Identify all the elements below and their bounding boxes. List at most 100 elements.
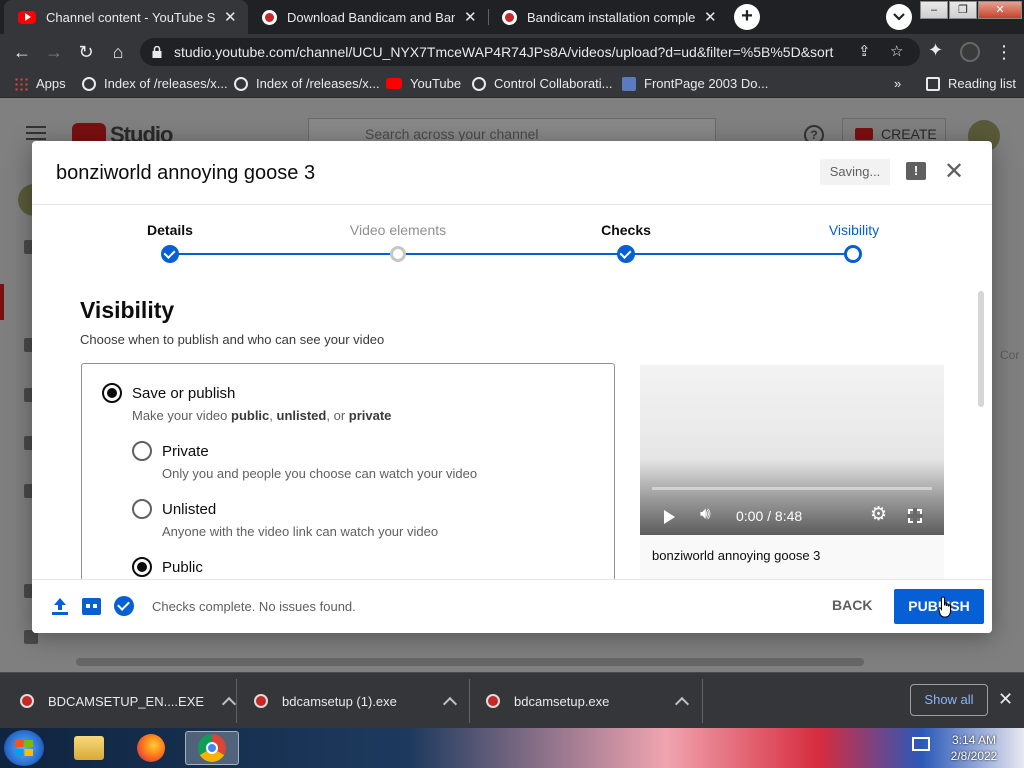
public-label: Public: [162, 559, 203, 576]
bookmarks-overflow-button[interactable]: »: [894, 76, 901, 91]
video-camera-icon: [855, 128, 873, 140]
volume-icon[interactable]: 🔊︎: [700, 504, 711, 524]
dialog-header: bonziworld annoying goose 3 Saving... ! …: [32, 141, 992, 205]
home-icon[interactable]: ⌂: [106, 40, 130, 64]
reading-list-button[interactable]: Reading list: [926, 76, 1016, 91]
downloads-bar: BDCAMSETUP_EN....EXE bdcamsetup (1).exe …: [0, 672, 1024, 728]
step-details-check-icon[interactable]: [161, 245, 179, 263]
back-button[interactable]: BACK: [832, 597, 872, 613]
hd-processing-icon[interactable]: [82, 598, 101, 615]
bandicam-icon: [20, 694, 34, 708]
share-icon[interactable]: ⇪: [858, 42, 871, 60]
chevron-up-icon[interactable]: [675, 696, 690, 712]
reading-list-label: Reading list: [948, 76, 1016, 91]
step-video-elements-dot[interactable]: [390, 246, 406, 262]
download-item[interactable]: bdcamsetup (1).exe: [254, 673, 457, 729]
bookmark-star-icon[interactable]: ☆: [890, 42, 903, 60]
tab-title: Bandicam installation completed: [527, 9, 695, 25]
folder-icon: [74, 736, 104, 760]
tab-search-button[interactable]: [886, 4, 912, 30]
unlisted-desc: Anyone with the video link can watch you…: [162, 524, 439, 539]
bookmark-index-releases-2[interactable]: Index of /releases/x...: [234, 76, 380, 91]
taskbar-chrome[interactable]: [185, 731, 239, 765]
close-icon[interactable]: ✕: [998, 689, 1013, 710]
bookmark-label: Control Collaborati...: [494, 76, 613, 91]
taskbar-firefox[interactable]: [124, 731, 178, 765]
step-video-elements-label[interactable]: Video elements: [328, 222, 468, 238]
video-info-card: bonziworld annoying goose 3: [640, 535, 944, 579]
close-icon[interactable]: ✕: [703, 8, 718, 26]
show-all-downloads-button[interactable]: Show all: [910, 684, 988, 716]
bookmark-label: FrontPage 2003 Do...: [644, 76, 769, 91]
download-separator: [236, 679, 237, 723]
save-or-publish-radio[interactable]: [102, 383, 122, 403]
bandicam-icon: [262, 9, 277, 25]
taskbar-file-explorer[interactable]: [62, 731, 116, 765]
feedback-icon[interactable]: !: [906, 162, 926, 180]
window-close-button[interactable]: ✕: [978, 1, 1022, 19]
step-details-label[interactable]: Details: [100, 222, 240, 238]
bookmark-label: Apps: [36, 76, 66, 91]
step-checks-check-icon[interactable]: [617, 245, 635, 263]
clock-time: 3:14 AM: [951, 733, 997, 747]
back-arrow-icon[interactable]: ←: [10, 40, 34, 64]
restore-button[interactable]: ❐: [949, 1, 977, 19]
url-text: studio.youtube.com/channel/UCU_NYX7TmceW…: [174, 44, 834, 60]
download-item[interactable]: bdcamsetup.exe: [486, 673, 690, 729]
bookmark-frontpage[interactable]: FrontPage 2003 Do...: [622, 76, 768, 91]
tab-bandicam-installation[interactable]: Bandicam installation completed ✕: [488, 0, 728, 34]
dialog-title: bonziworld annoying goose 3: [56, 162, 316, 184]
upload-dialog: bonziworld annoying goose 3 Saving... ! …: [32, 141, 992, 633]
close-icon[interactable]: ✕: [463, 8, 478, 26]
gear-icon[interactable]: ⚙︎: [870, 503, 887, 526]
profile-avatar[interactable]: [960, 42, 980, 62]
public-radio[interactable]: [132, 557, 152, 577]
tab-channel-content[interactable]: Channel content - YouTube Studio ✕: [4, 0, 248, 34]
bookmark-control-collaboration[interactable]: Control Collaborati...: [472, 76, 613, 91]
tab-download-bandicam[interactable]: Download Bandicam and Bandicut ✕: [248, 0, 488, 34]
chevron-up-icon[interactable]: [442, 696, 457, 712]
saving-badge: Saving...: [820, 159, 890, 185]
network-icon[interactable]: [912, 737, 930, 751]
play-icon[interactable]: [664, 510, 675, 524]
save-or-publish-panel: Save or publish Make your video public, …: [81, 363, 615, 579]
extensions-puzzle-icon[interactable]: ✦: [928, 40, 943, 61]
bandicam-icon: [502, 9, 517, 25]
minimize-button[interactable]: –: [920, 1, 948, 19]
checks-status-text: Checks complete. No issues found.: [152, 599, 356, 614]
bandicam-icon: [254, 694, 268, 708]
checks-complete-icon[interactable]: [114, 596, 134, 616]
step-visibility-label[interactable]: Visibility: [784, 222, 924, 238]
bookmark-youtube[interactable]: YouTube: [386, 76, 461, 91]
forward-arrow-icon[interactable]: →: [42, 40, 66, 64]
chevron-up-icon[interactable]: [221, 696, 237, 712]
upload-stepper: Details Video elements Checks Visibility: [32, 205, 992, 291]
close-icon[interactable]: ✕: [944, 158, 964, 186]
reading-list-icon: [926, 76, 940, 91]
clock-date: 2/8/2022: [950, 749, 998, 763]
lock-icon: [152, 46, 162, 58]
bookmark-label: YouTube: [410, 76, 462, 91]
download-item[interactable]: BDCAMSETUP_EN....EXE: [20, 673, 237, 729]
step-visibility-dot[interactable]: [844, 245, 862, 263]
browser-toolbar: ← → ↻ ⌂ studio.youtube.com/channel/UCU_N…: [0, 34, 1024, 70]
video-preview-player[interactable]: 🔊︎ 0:00 / 8:48 ⚙︎: [640, 365, 944, 535]
system-clock[interactable]: 3:14 AM 2/8/2022: [944, 732, 1004, 764]
bookmark-apps[interactable]: Apps: [14, 76, 66, 91]
download-filename: bdcamsetup (1).exe: [282, 693, 397, 709]
fullscreen-icon[interactable]: [907, 508, 923, 524]
private-radio[interactable]: [132, 441, 152, 461]
new-tab-button[interactable]: +: [734, 4, 760, 30]
video-progress-bar[interactable]: [652, 487, 932, 490]
unlisted-radio[interactable]: [132, 499, 152, 519]
upload-status-icon[interactable]: [52, 598, 68, 616]
start-button[interactable]: [4, 730, 44, 766]
content-scrollbar[interactable]: [978, 291, 984, 407]
close-icon[interactable]: ✕: [223, 8, 238, 26]
step-checks-label[interactable]: Checks: [556, 222, 696, 238]
address-bar[interactable]: studio.youtube.com/channel/UCU_NYX7TmceW…: [140, 38, 920, 66]
bookmark-index-releases-1[interactable]: Index of /releases/x...: [82, 76, 228, 91]
more-vertical-icon[interactable]: ⋮: [995, 42, 1013, 62]
reload-icon[interactable]: ↻: [74, 40, 98, 64]
download-separator: [702, 679, 703, 723]
